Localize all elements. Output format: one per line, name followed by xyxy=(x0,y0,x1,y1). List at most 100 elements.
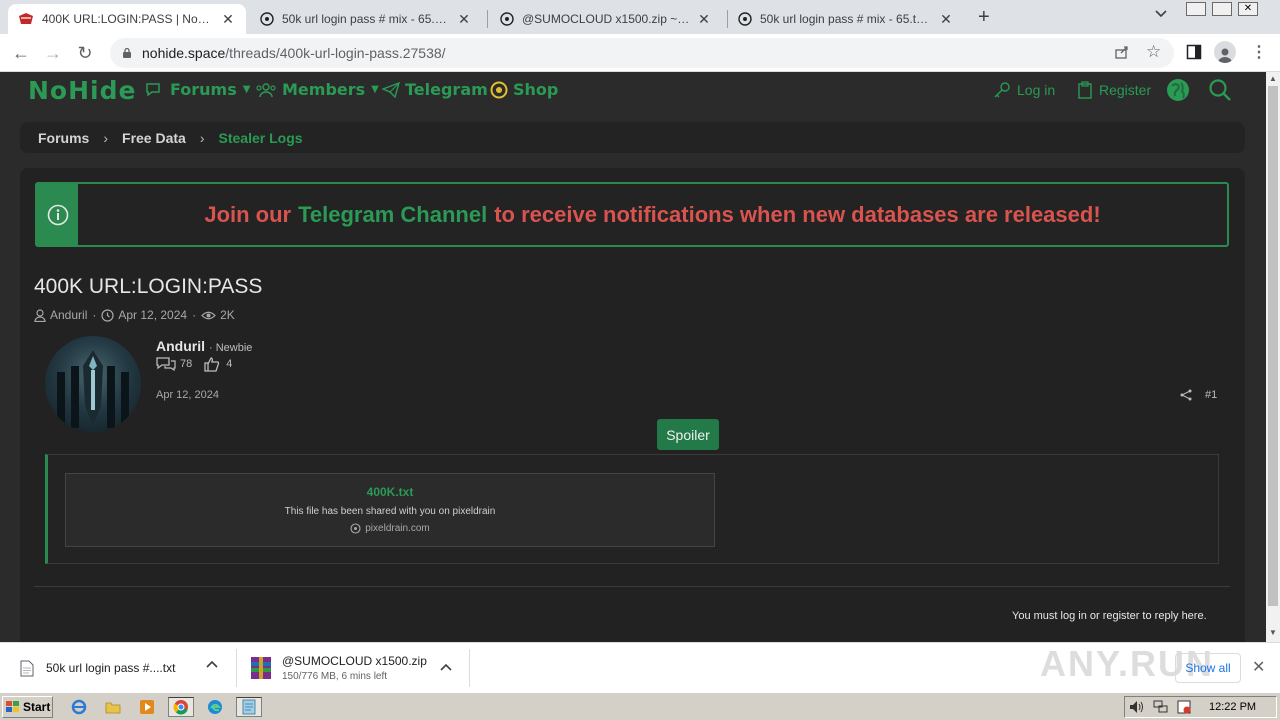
breadcrumb-forums[interactable]: Forums xyxy=(38,130,89,146)
chevron-up-icon[interactable] xyxy=(440,663,452,671)
tab[interactable]: 50k url login pass # mix - 65.txt ~ pi ✕ xyxy=(728,4,964,34)
back-icon[interactable]: ← xyxy=(8,40,34,66)
maximize-icon[interactable] xyxy=(1212,2,1232,16)
volume-icon[interactable] xyxy=(1129,700,1145,714)
security-alert-icon[interactable] xyxy=(1177,700,1191,714)
forward-icon[interactable]: → xyxy=(40,40,66,66)
notepad-icon[interactable] xyxy=(236,697,262,717)
post-number[interactable]: #1 xyxy=(1205,389,1217,401)
scroll-thumb[interactable] xyxy=(1268,86,1278,606)
nav-members[interactable]: Members ▼ xyxy=(255,80,379,99)
minimize-icon[interactable] xyxy=(1186,2,1206,16)
tab-title: @SUMOCLOUD x1500.zip ~ pixeldra xyxy=(522,12,690,26)
embed-host: pixeldrain.com xyxy=(66,523,714,534)
chevron-up-icon[interactable] xyxy=(206,660,218,668)
spoiler-content: 400K.txt This file has been shared with … xyxy=(45,454,1219,564)
nav-forums[interactable]: Forums ▼ xyxy=(145,80,250,99)
file-embed-card[interactable]: 400K.txt This file has been shared with … xyxy=(65,473,715,547)
post-date[interactable]: Apr 12, 2024 xyxy=(156,389,219,401)
meta-dot: · xyxy=(192,308,197,322)
spoiler-button[interactable]: Spoiler xyxy=(657,419,719,450)
breadcrumb-stealer-logs[interactable]: Stealer Logs xyxy=(219,130,303,146)
site-logo[interactable]: NoHide xyxy=(28,76,136,105)
embed-title[interactable]: 400K.txt xyxy=(66,485,714,499)
start-button[interactable]: Start xyxy=(2,696,53,718)
thread-title: 400K URL:LOGIN:PASS xyxy=(34,275,263,298)
tab[interactable]: @SUMOCLOUD x1500.zip ~ pixeldra ✕ xyxy=(490,4,722,34)
reload-icon[interactable]: ↻ xyxy=(72,40,98,66)
download-item[interactable]: @SUMOCLOUD x1500.zip 150/776 MB, 6 mins … xyxy=(248,643,468,693)
edge-icon[interactable] xyxy=(204,697,226,717)
eye-icon xyxy=(201,310,216,321)
clock: 12:22 PM xyxy=(1209,701,1257,713)
nav-shop[interactable]: Shop xyxy=(490,80,558,99)
tab-close-icon[interactable]: ✕ xyxy=(696,11,712,28)
tab-close-icon[interactable]: ✕ xyxy=(220,11,236,28)
tab-active[interactable]: 400K URL:LOGIN:PASS | NoHide ✕ xyxy=(8,4,246,34)
search-icon[interactable] xyxy=(1208,78,1232,102)
menu-kebab-icon[interactable]: ⋮ xyxy=(1251,42,1267,62)
nav-telegram[interactable]: Telegram xyxy=(382,80,488,99)
chevron-down-icon[interactable]: ▼ xyxy=(371,84,379,95)
thread-views: 2K xyxy=(220,308,235,322)
thread-date[interactable]: Apr 12, 2024 xyxy=(118,308,187,322)
window-close-icon[interactable]: ✕ xyxy=(1238,2,1258,16)
nav-telegram-label: Telegram xyxy=(405,80,488,99)
tab-separator xyxy=(487,10,488,28)
post-author-role: · Newbie xyxy=(209,342,253,354)
share-icon[interactable] xyxy=(1180,389,1192,401)
folder-icon[interactable] xyxy=(102,697,124,717)
paper-plane-icon xyxy=(382,81,400,98)
url-path: /threads/400k-url-login-pass.27538/ xyxy=(225,45,446,61)
avatar-image xyxy=(57,350,129,428)
embed-host-label: pixeldrain.com xyxy=(365,523,430,534)
tab-search-icon[interactable] xyxy=(1154,9,1168,19)
pixeldrain-favicon-icon xyxy=(738,12,752,26)
thumbs-up-icon xyxy=(204,356,220,372)
close-icon[interactable]: ✕ xyxy=(1252,657,1265,677)
lock-icon[interactable] xyxy=(122,47,132,59)
tab-strip: 400K URL:LOGIN:PASS | NoHide ✕ 50k url l… xyxy=(0,0,1280,34)
globe-icon[interactable] xyxy=(1166,78,1190,102)
side-panel-icon[interactable] xyxy=(1186,44,1202,60)
network-icon[interactable] xyxy=(1153,700,1169,714)
scroll-up-icon[interactable]: ▲ xyxy=(1269,74,1277,83)
chrome-icon[interactable] xyxy=(168,697,194,717)
register-label: Register xyxy=(1099,82,1152,98)
telegram-channel-link[interactable]: Telegram Channel xyxy=(298,202,487,228)
new-tab-icon[interactable]: + xyxy=(978,6,990,29)
show-all-button[interactable]: Show all xyxy=(1175,653,1241,683)
avatar[interactable] xyxy=(45,336,141,432)
author-stats: 78 4 xyxy=(156,356,232,372)
scroll-down-icon[interactable]: ▼ xyxy=(1269,628,1277,637)
notice-text: Join our Telegram Channel to receive not… xyxy=(78,184,1227,245)
clock-icon xyxy=(101,308,114,322)
pixeldrain-icon xyxy=(350,523,361,534)
ie-icon[interactable] xyxy=(68,697,90,717)
chevron-down-icon[interactable]: ▼ xyxy=(243,84,251,95)
reactions-count: 4 xyxy=(226,358,233,370)
tab-close-icon[interactable]: ✕ xyxy=(456,11,472,28)
register-link[interactable]: Register xyxy=(1077,81,1151,99)
breadcrumb-free-data[interactable]: Free Data xyxy=(122,130,186,146)
chevron-right-icon: › xyxy=(103,129,109,146)
media-player-icon[interactable] xyxy=(136,697,158,717)
address-bar[interactable]: nohide.space/threads/400k-url-login-pass… xyxy=(110,38,1174,68)
download-text: @SUMOCLOUD x1500.zip 150/776 MB, 6 mins … xyxy=(282,654,427,682)
coin-icon xyxy=(490,81,508,99)
messages-count: 78 xyxy=(180,358,193,370)
tab-title: 50k url login pass # mix - 65.txt ~ pi xyxy=(282,12,450,26)
thread-author[interactable]: Anduril xyxy=(50,308,87,322)
post-author[interactable]: Anduril xyxy=(156,338,205,354)
nohide-favicon-icon xyxy=(18,12,34,26)
thread-container: Join our Telegram Channel to receive not… xyxy=(20,168,1245,642)
bookmark-star-icon[interactable]: ☆ xyxy=(1146,42,1161,62)
user-icon xyxy=(34,308,46,322)
tab[interactable]: 50k url login pass # mix - 65.txt ~ pi ✕ xyxy=(250,4,482,34)
page-scrollbar[interactable]: ▲ ▼ xyxy=(1266,72,1280,642)
share-page-icon[interactable] xyxy=(1114,44,1130,60)
login-link[interactable]: Log in xyxy=(993,81,1055,99)
tab-close-icon[interactable]: ✕ xyxy=(938,11,954,28)
profile-avatar-icon[interactable] xyxy=(1214,41,1236,63)
download-item[interactable]: 50k url login pass #....txt xyxy=(20,643,230,693)
